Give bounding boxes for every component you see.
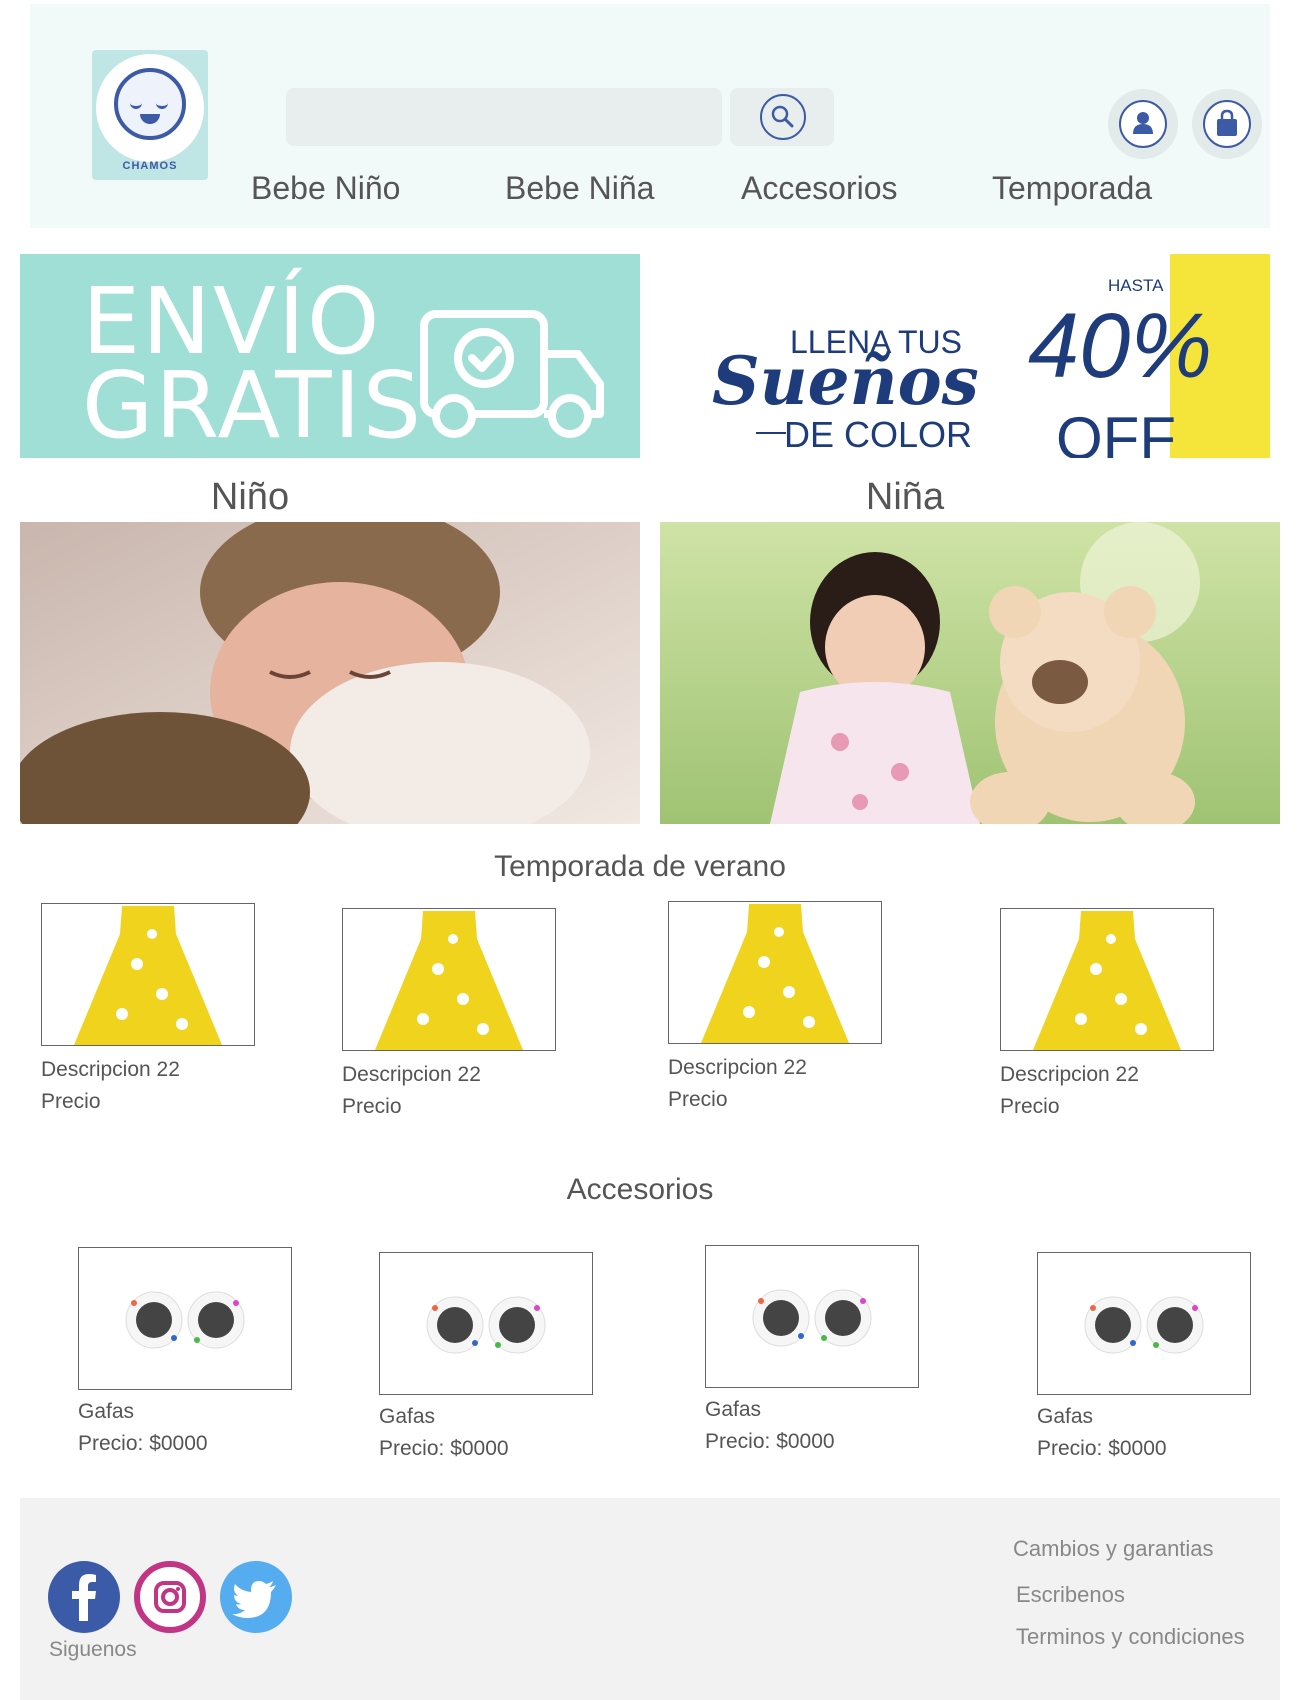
search-input[interactable] xyxy=(286,88,722,146)
accessory-name[interactable]: Gafas xyxy=(705,1394,835,1426)
user-icon xyxy=(1119,100,1167,148)
accessory-image[interactable] xyxy=(78,1247,292,1390)
search-icon xyxy=(760,94,806,140)
summer-product-description[interactable]: Descripcion 22 xyxy=(41,1054,180,1086)
facebook-icon[interactable] xyxy=(48,1561,120,1633)
accessory-price: Precio: $0000 xyxy=(1037,1437,1167,1460)
shopping-bag-icon xyxy=(1203,100,1251,148)
summer-product-price: Precio xyxy=(1000,1095,1060,1118)
follow-us-label: Siguenos xyxy=(49,1638,137,1661)
logo-text: CHAMOS xyxy=(122,160,178,172)
delivery-truck-icon xyxy=(420,310,604,438)
sunglasses-icon xyxy=(125,1291,245,1349)
footer-link-terms[interactable]: Terminos y condiciones xyxy=(1016,1624,1245,1650)
summer-product-image[interactable] xyxy=(342,908,556,1051)
search-button[interactable] xyxy=(730,88,834,146)
footer-link-contact[interactable]: Escribenos xyxy=(1016,1582,1125,1608)
summer-product-image[interactable] xyxy=(1000,908,1214,1051)
summer-product-price: Precio xyxy=(668,1088,728,1111)
accessory-price: Precio: $0000 xyxy=(705,1430,835,1453)
account-button[interactable] xyxy=(1108,89,1178,159)
free-shipping-banner[interactable]: ENVÍO GRATIS xyxy=(20,254,640,458)
accessory-image[interactable] xyxy=(705,1245,919,1388)
accessory-price: Precio: $0000 xyxy=(379,1437,509,1460)
category-title-nina: Niña xyxy=(865,476,945,518)
summer-product-price: Precio xyxy=(342,1095,402,1118)
nav-bebe-nina[interactable]: Bebe Niña xyxy=(505,170,654,207)
sale-line-3: DE COLOR xyxy=(784,414,973,455)
sale-line-2: Sueños xyxy=(712,342,979,420)
sunglasses-icon xyxy=(752,1289,872,1347)
accessory-price: Precio: $0000 xyxy=(78,1432,208,1455)
sale-off: OFF xyxy=(1056,405,1176,458)
sunglasses-icon xyxy=(426,1296,546,1354)
instagram-icon[interactable] xyxy=(134,1561,206,1633)
summer-product-description[interactable]: Descripcion 22 xyxy=(668,1052,807,1084)
summer-section-title: Temporada de verano xyxy=(494,850,786,883)
summer-product-image[interactable] xyxy=(668,901,882,1044)
category-image-nina[interactable] xyxy=(660,522,1280,824)
accessory-name[interactable]: Gafas xyxy=(1037,1401,1167,1433)
sunglasses-icon xyxy=(1084,1296,1204,1354)
banner-line-2: GRATIS xyxy=(82,352,424,458)
category-image-nino[interactable] xyxy=(20,522,640,824)
sale-banner[interactable]: LLENA TUS Sueños DE COLOR HASTA 40% OFF xyxy=(660,254,1270,458)
summer-product-description[interactable]: Descripcion 22 xyxy=(1000,1059,1139,1091)
twitter-icon[interactable] xyxy=(220,1561,292,1633)
accessories-section-title: Accesorios xyxy=(566,1173,714,1206)
accessory-name[interactable]: Gafas xyxy=(78,1396,208,1428)
accessory-image[interactable] xyxy=(379,1252,593,1395)
cart-button[interactable] xyxy=(1192,89,1262,159)
nav-accesorios[interactable]: Accesorios xyxy=(741,170,898,207)
nav-temporada[interactable]: Temporada xyxy=(992,170,1152,207)
chamos-logo[interactable]: CHAMOS xyxy=(92,50,208,180)
sale-percent: 40% xyxy=(1028,295,1213,397)
summer-product-image[interactable] xyxy=(41,903,255,1046)
summer-product-price: Precio xyxy=(41,1090,101,1113)
nav-bebe-nino[interactable]: Bebe Niño xyxy=(251,170,400,207)
accessory-image[interactable] xyxy=(1037,1252,1251,1395)
sale-hasta: HASTA xyxy=(1108,276,1164,295)
accessory-name[interactable]: Gafas xyxy=(379,1401,509,1433)
summer-product-description[interactable]: Descripcion 22 xyxy=(342,1059,481,1091)
footer-link-exchanges[interactable]: Cambios y garantias xyxy=(1013,1536,1214,1562)
category-title-nino: Niño xyxy=(210,476,290,518)
